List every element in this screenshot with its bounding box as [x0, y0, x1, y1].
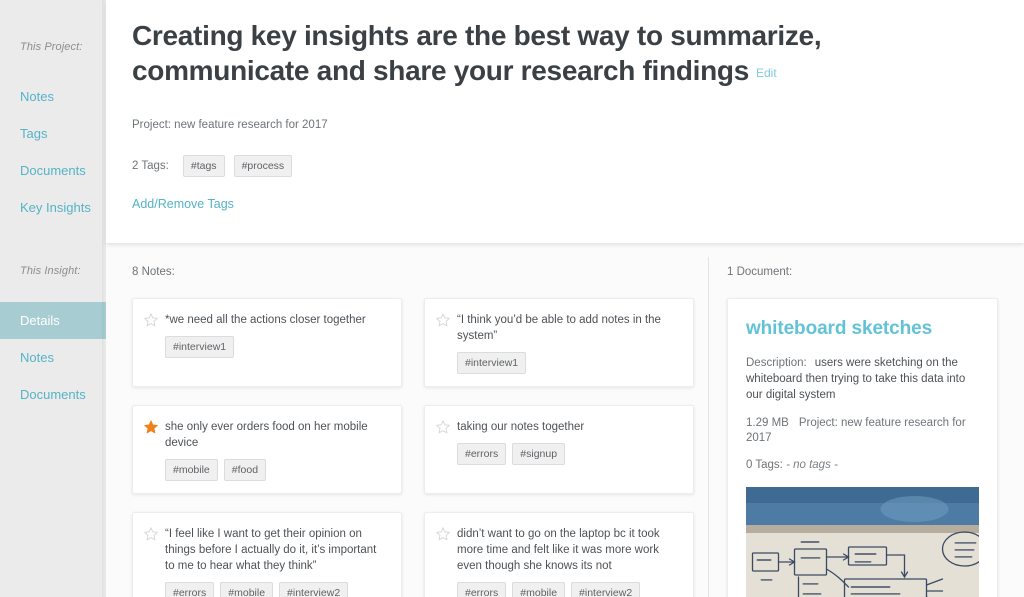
note-text: *we need all the actions closer together	[165, 314, 366, 326]
sidebar-item-documents[interactable]: Documents	[0, 152, 106, 189]
sidebar-item-insight-documents[interactable]: Documents	[0, 376, 106, 413]
notes-count-label: 8 Notes:	[132, 266, 175, 278]
document-description: Description: users were sketching on the …	[746, 355, 979, 403]
note-tag-pill[interactable]: #errors	[457, 582, 507, 597]
note-tag-pill[interactable]: #interview1	[165, 336, 235, 358]
sidebar-item-details[interactable]: Details	[0, 302, 106, 339]
note-text: “I think you’d be able to add notes in t…	[457, 314, 661, 342]
body-split: 8 Notes: *we need all the actions closer…	[106, 243, 1024, 597]
documents-count-label: 1 Document:	[727, 266, 793, 278]
note-card[interactable]: taking our notes together #errors #signup	[424, 405, 694, 494]
note-tags: #mobile #food	[165, 459, 389, 481]
main-content: Creating key insights are the best way t…	[106, 0, 1024, 597]
document-description-label: Description:	[746, 357, 807, 369]
notes-pane: 8 Notes: *we need all the actions closer…	[106, 243, 708, 597]
star-empty-icon[interactable]	[436, 527, 450, 541]
insight-tag-pill[interactable]: #tags	[182, 155, 225, 177]
note-tags: #errors #mobile #interview2	[457, 582, 681, 597]
note-body: taking our notes together #errors #signup	[457, 419, 681, 465]
note-tag-pill[interactable]: #errors	[165, 582, 215, 597]
note-card[interactable]: “I think you’d be able to add notes in t…	[424, 298, 694, 387]
star-empty-icon[interactable]	[144, 527, 158, 541]
sidebar-section-label-insight: This Insight:	[20, 265, 81, 277]
note-card[interactable]: *we need all the actions closer together…	[132, 298, 402, 387]
note-body: *we need all the actions closer together…	[165, 312, 389, 358]
note-body: she only ever orders food on her mobile …	[165, 419, 389, 481]
star-empty-icon[interactable]	[144, 313, 158, 327]
page-title-text: Creating key insights are the best way t…	[132, 20, 822, 86]
note-tags: #interview1	[457, 352, 681, 374]
sidebar-item-insight-notes[interactable]: Notes	[0, 339, 106, 376]
note-body: didn’t want to go on the laptop bc it to…	[457, 526, 681, 597]
sidebar-section-label-project: This Project:	[20, 41, 83, 53]
note-tag-pill[interactable]: #mobile	[512, 582, 566, 597]
note-tag-pill[interactable]: #interview2	[571, 582, 641, 597]
insight-header: Creating key insights are the best way t…	[106, 0, 1024, 243]
note-card[interactable]: “I feel like I want to get their opinion…	[132, 512, 402, 597]
note-text: didn’t want to go on the laptop bc it to…	[457, 528, 660, 572]
insight-tag-pill[interactable]: #process	[233, 155, 293, 177]
app-root: This Project: Notes Tags Documents Key I…	[0, 0, 1024, 597]
note-card[interactable]: didn’t want to go on the laptop bc it to…	[424, 512, 694, 597]
document-size: 1.29 MB	[746, 417, 789, 429]
document-title[interactable]: whiteboard sketches	[746, 317, 979, 341]
note-tag-pill[interactable]: #errors	[457, 443, 507, 465]
note-card[interactable]: she only ever orders food on her mobile …	[132, 405, 402, 494]
insight-tags-count: 2 Tags:	[132, 160, 169, 172]
add-remove-tags-link[interactable]: Add/Remove Tags	[132, 197, 234, 211]
document-card[interactable]: whiteboard sketches Description: users we…	[727, 298, 998, 597]
star-empty-icon[interactable]	[436, 420, 450, 434]
note-tag-pill[interactable]: #mobile	[220, 582, 274, 597]
note-tags: #interview1	[165, 336, 389, 358]
edit-title-link[interactable]: Edit	[756, 66, 777, 80]
sidebar-item-tags[interactable]: Tags	[0, 115, 106, 152]
sidebar-item-notes[interactable]: Notes	[0, 78, 106, 115]
document-meta: 1.29 MB Project: new feature research for…	[746, 416, 979, 446]
note-body: “I feel like I want to get their opinion…	[165, 526, 389, 597]
note-text: taking our notes together	[457, 421, 585, 433]
sidebar-item-key-insights[interactable]: Key Insights	[0, 189, 106, 226]
star-empty-icon[interactable]	[436, 313, 450, 327]
document-tags-empty: - no tags -	[786, 459, 838, 471]
document-thumbnail-wrap[interactable]	[746, 487, 979, 597]
note-tag-pill[interactable]: #food	[223, 459, 267, 481]
note-tag-pill[interactable]: #interview2	[279, 582, 349, 597]
page-title: Creating key insights are the best way t…	[132, 18, 962, 91]
note-text: she only ever orders food on her mobile …	[165, 421, 368, 449]
documents-pane: 1 Document: whiteboard sketches Descript…	[709, 243, 1024, 597]
whiteboard-photo-icon	[746, 487, 979, 597]
note-body: “I think you’d be able to add notes in t…	[457, 312, 681, 374]
notes-grid: *we need all the actions closer together…	[132, 298, 694, 597]
note-tag-pill[interactable]: #mobile	[165, 459, 218, 481]
document-tags-line: 0 Tags: - no tags -	[746, 458, 979, 473]
note-tags: #errors #signup	[457, 443, 681, 465]
project-line: Project: new feature research for 2017	[132, 119, 328, 131]
insight-tags-row: 2 Tags: #tags #process	[132, 155, 984, 177]
sidebar: This Project: Notes Tags Documents Key I…	[0, 0, 106, 597]
note-tag-pill[interactable]: #interview1	[457, 352, 527, 374]
note-text: “I feel like I want to get their opinion…	[165, 528, 377, 572]
star-filled-icon[interactable]	[144, 420, 158, 434]
note-tags: #errors #mobile #interview2	[165, 582, 389, 597]
note-tag-pill[interactable]: #signup	[512, 443, 566, 465]
document-tags-count: 0 Tags:	[746, 459, 783, 471]
